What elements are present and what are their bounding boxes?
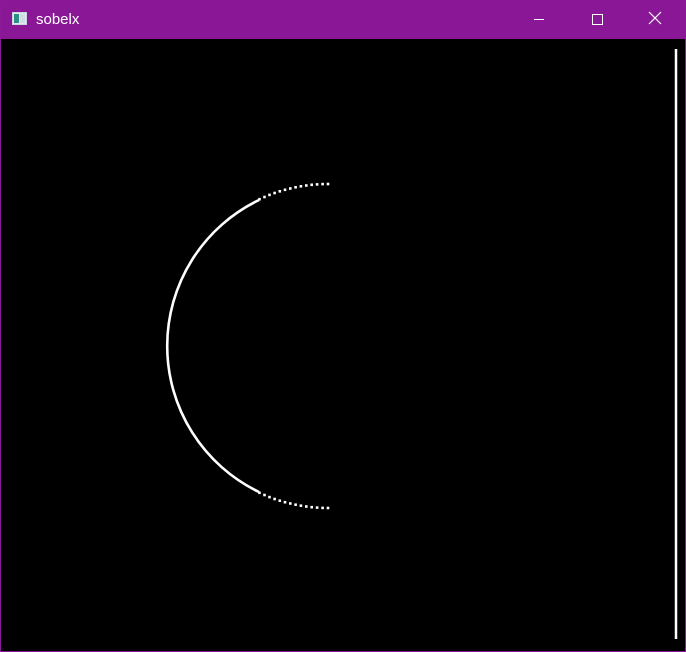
window-title: sobelx	[36, 11, 80, 28]
arc-dot	[273, 191, 276, 195]
app-window-icon	[12, 12, 27, 25]
arc-dot	[299, 185, 303, 188]
arc-dot	[315, 183, 319, 186]
arc-dot	[283, 500, 287, 504]
arc-dot	[289, 502, 292, 505]
arc-dot	[310, 183, 313, 187]
arc-dot	[310, 505, 313, 509]
arc-dot	[258, 491, 261, 495]
arc-dot	[294, 186, 297, 189]
arc-dot	[283, 188, 287, 192]
arc-dot	[263, 493, 266, 497]
minimize-icon	[533, 12, 545, 29]
arc-dot	[326, 182, 330, 186]
edge-image	[1, 39, 685, 651]
arc-dot	[299, 504, 303, 507]
minimize-button[interactable]	[510, 1, 568, 39]
close-icon	[648, 11, 662, 29]
arc-dot	[278, 499, 282, 502]
arc-dot	[326, 506, 330, 510]
arc-dot	[294, 503, 297, 506]
title-bar[interactable]: sobelx	[1, 1, 685, 39]
arc-dot	[273, 497, 276, 501]
arc-dot	[278, 190, 282, 193]
arc-dot	[305, 184, 308, 187]
maximize-icon	[591, 12, 603, 29]
arc-dot	[321, 506, 324, 510]
arc-dot	[315, 506, 319, 509]
arc-dot	[321, 182, 324, 186]
arc-dot	[263, 195, 266, 199]
image-canvas	[1, 39, 685, 651]
arc-dot	[305, 505, 308, 508]
maximize-button[interactable]	[568, 1, 626, 39]
close-button[interactable]	[626, 1, 684, 39]
arc-dot	[258, 197, 261, 201]
arc-dot	[268, 193, 271, 197]
arc-dot	[289, 187, 292, 190]
arc-dot	[268, 495, 271, 499]
app-window: sobelx	[0, 0, 686, 652]
